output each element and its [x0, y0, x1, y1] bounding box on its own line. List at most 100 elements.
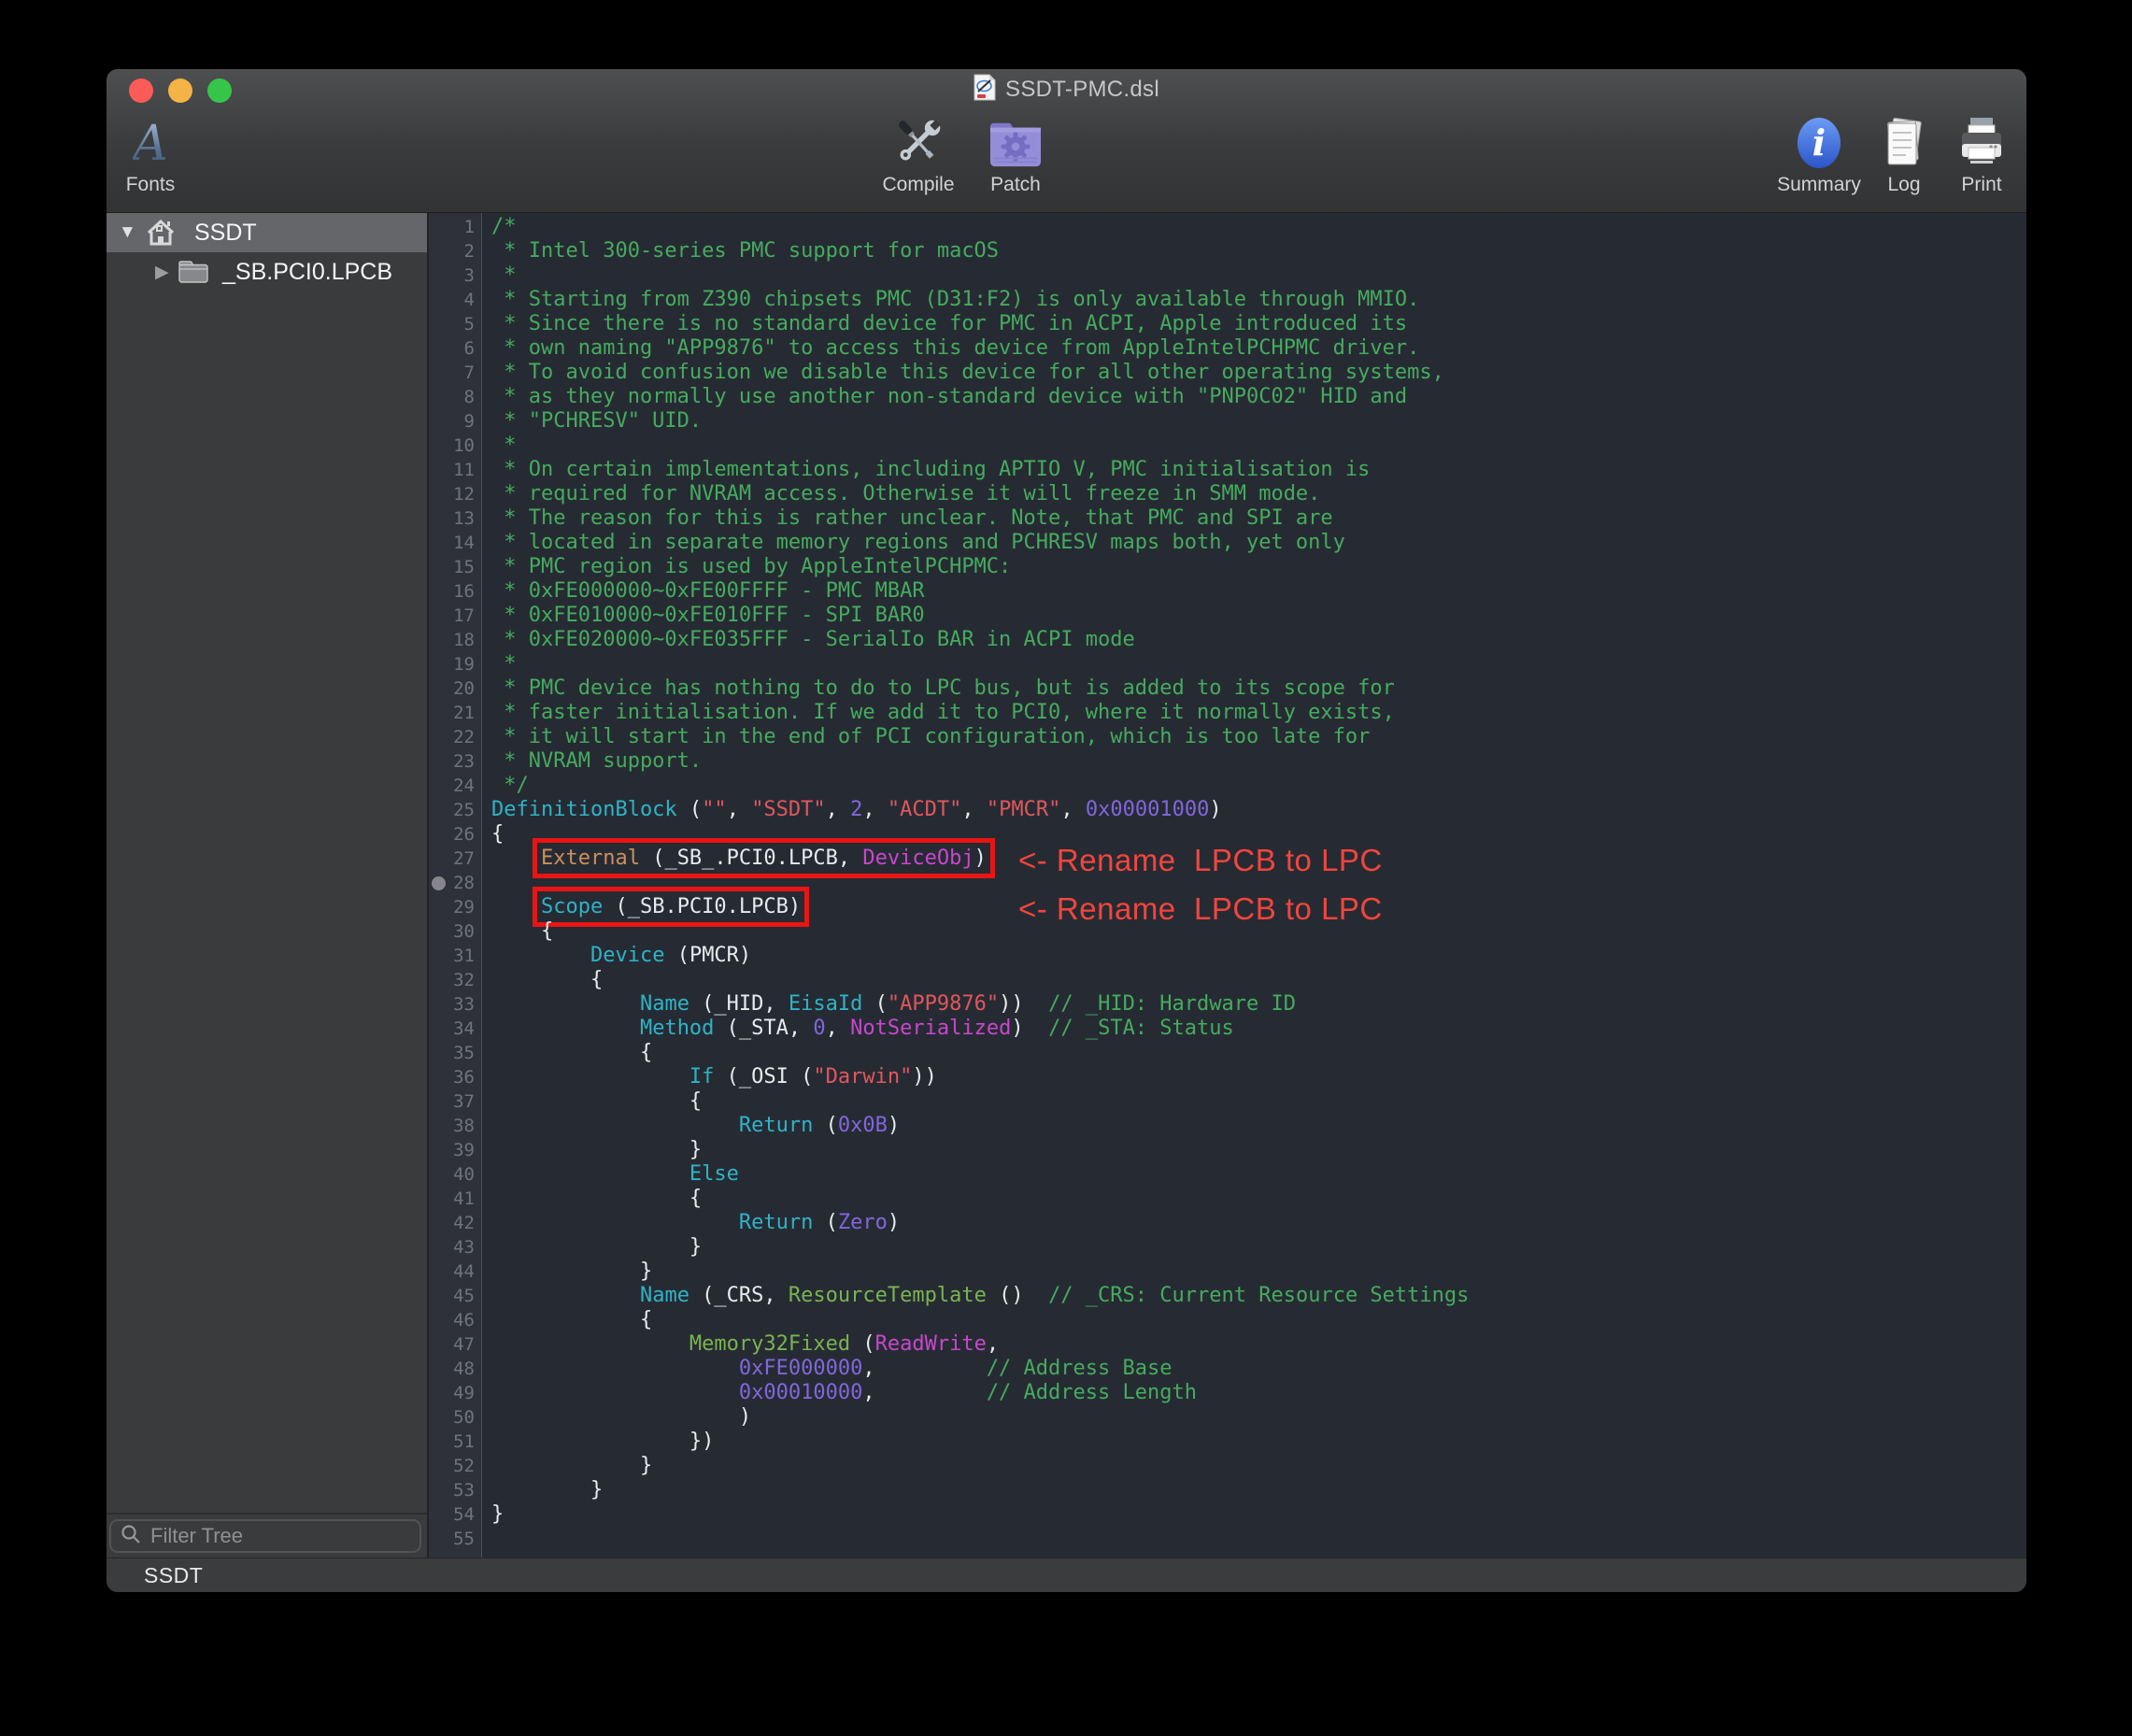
code-line: 16 * 0xFE000000~0xFE00FFFF - PMC MBAR: [429, 579, 2026, 604]
gutter-marker: [432, 876, 446, 890]
line-number: 15: [429, 555, 481, 579]
line-number: 32: [429, 968, 481, 992]
titlebar[interactable]: SSDT-PMC.dsl: [107, 69, 2026, 110]
code-line: 12 * required for NVRAM access. Otherwis…: [429, 482, 2026, 506]
code-line: 44 }: [429, 1259, 2026, 1284]
code-line: 17 * 0xFE010000~0xFE010FFF - SPI BAR0: [429, 604, 2026, 628]
sidebar-item-ssdt[interactable]: ▼ SSDT: [107, 213, 427, 252]
code-line: 42 Return (Zero): [429, 1211, 2026, 1235]
desktop: { "window": { "title": "SSDT-PMC.dsl" },…: [0, 0, 2132, 1736]
window-title: SSDT-PMC.dsl: [1005, 77, 1159, 103]
line-number: 14: [429, 531, 481, 555]
code-line: 54}: [429, 1502, 2026, 1527]
line-number: 43: [429, 1235, 481, 1259]
code-line: 27 External (_SB_.PCI0.LPCB, DeviceObj)<…: [429, 847, 2026, 871]
svg-text:i: i: [1812, 121, 1826, 164]
code-line: 31 Device (PMCR): [429, 944, 2026, 968]
line-number: 46: [429, 1308, 481, 1332]
toolbar-print-button[interactable]: Print: [1921, 112, 2026, 196]
disclosure-open-icon[interactable]: ▼: [119, 222, 136, 243]
status-text: SSDT: [144, 1563, 203, 1588]
fonts-icon: A: [107, 112, 211, 170]
line-number: 36: [429, 1065, 481, 1089]
line-number: 3: [429, 263, 481, 288]
code-line: 32 {: [429, 968, 2026, 992]
code-line: 14 * located in separate memory regions …: [429, 531, 2026, 555]
sidebar-item-sb-pci0-lpcb[interactable]: ▶ _SB.PCI0.LPCB: [107, 252, 427, 292]
code-line: 51 }): [429, 1430, 2026, 1454]
code-line: 7 * To avoid confusion we disable this d…: [429, 361, 2026, 385]
line-number: 9: [429, 409, 481, 434]
code-line: 6 * own naming "APP9876" to access this …: [429, 336, 2026, 361]
code-line: 24 */: [429, 774, 2026, 798]
line-number: 12: [429, 482, 481, 506]
line-number: 1: [429, 215, 481, 239]
line-number: 2: [429, 239, 481, 263]
line-number: 33: [429, 992, 481, 1017]
code-line: 34 Method (_STA, 0, NotSerialized) // _S…: [429, 1017, 2026, 1041]
home-icon: [146, 220, 176, 252]
minimize-button[interactable]: [168, 78, 192, 103]
code-line: 18 * 0xFE020000~0xFE035FFF - SerialIo BA…: [429, 628, 2026, 652]
code-line: 40 Else: [429, 1162, 2026, 1187]
patch-folder-icon: [955, 112, 1076, 170]
search-icon: [121, 1524, 141, 1549]
line-number: 42: [429, 1211, 481, 1235]
line-number: 38: [429, 1114, 481, 1138]
code-line: 30 {: [429, 919, 2026, 944]
line-number: 47: [429, 1332, 481, 1357]
folder-icon: [178, 260, 209, 291]
line-number: 48: [429, 1357, 481, 1381]
line-number: 39: [429, 1138, 481, 1162]
code-area: 1/*2 * Intel 300-series PMC support for …: [429, 215, 2026, 1551]
code-line: 22 * it will start in the end of PCI con…: [429, 725, 2026, 749]
code-line: 53 }: [429, 1478, 2026, 1502]
toolbar-fonts-button[interactable]: A Fonts: [107, 112, 211, 196]
code-line: 23 * NVRAM support.: [429, 749, 2026, 774]
line-number: 6: [429, 336, 481, 361]
line-number: 37: [429, 1089, 481, 1114]
code-editor[interactable]: 1/*2 * Intel 300-series PMC support for …: [429, 213, 2026, 1558]
line-number: 22: [429, 725, 481, 749]
code-line: 29 Scope (_SB.PCI0.LPCB)<- Rename LPCB t…: [429, 895, 2026, 919]
code-line: 38 Return (0x0B): [429, 1114, 2026, 1138]
line-number: 10: [429, 434, 481, 458]
line-number: 25: [429, 798, 481, 822]
filter-tree-input[interactable]: [149, 1523, 412, 1549]
app-window: SSDT-PMC.dsl A Fonts: [107, 69, 2026, 1592]
code-line: 9 * "PCHRESV" UID.: [429, 409, 2026, 434]
code-line: 15 * PMC region is used by AppleIntelPCH…: [429, 555, 2026, 579]
line-number: 44: [429, 1259, 481, 1284]
sidebar-item-label: _SB.PCI0.LPCB: [222, 259, 392, 286]
toolbar-patch-button[interactable]: Patch: [955, 112, 1076, 196]
code-line: 39 }: [429, 1138, 2026, 1162]
code-line: 5 * Since there is no standard device fo…: [429, 312, 2026, 336]
close-button[interactable]: [129, 78, 153, 103]
filter-tree-field[interactable]: [109, 1519, 421, 1553]
code-line: 46 {: [429, 1308, 2026, 1332]
code-line: 21 * faster initialisation. If we add it…: [429, 701, 2026, 725]
line-number: 53: [429, 1478, 481, 1502]
code-line: 20 * PMC device has nothing to do to LPC…: [429, 676, 2026, 701]
line-number: 20: [429, 676, 481, 701]
code-line: 8 * as they normally use another non-sta…: [429, 385, 2026, 409]
line-number: 19: [429, 652, 481, 676]
code-line: 11 * On certain implementations, includi…: [429, 458, 2026, 482]
sidebar-item-label: SSDT: [194, 220, 257, 247]
line-number: 30: [429, 919, 481, 944]
code-line: 33 Name (_HID, EisaId ("APP9876")) // _H…: [429, 992, 2026, 1017]
zoom-button[interactable]: [207, 78, 232, 103]
printer-icon: [1921, 112, 2026, 170]
line-number: 49: [429, 1381, 481, 1405]
code-line: 4 * Starting from Z390 chipsets PMC (D31…: [429, 288, 2026, 312]
line-number: 7: [429, 361, 481, 385]
line-number: 21: [429, 701, 481, 725]
sidebar: ▼ SSDT ▶ _SB.PCI0.LP: [107, 213, 429, 1558]
line-number: 24: [429, 774, 481, 798]
line-number: 52: [429, 1454, 481, 1478]
code-line: 2 * Intel 300-series PMC support for mac…: [429, 239, 2026, 263]
code-line: 3 *: [429, 263, 2026, 288]
code-line: 50 ): [429, 1405, 2026, 1430]
disclosure-closed-icon[interactable]: ▶: [155, 262, 169, 283]
highlight-box: Scope (_SB.PCI0.LPCB): [541, 895, 801, 918]
